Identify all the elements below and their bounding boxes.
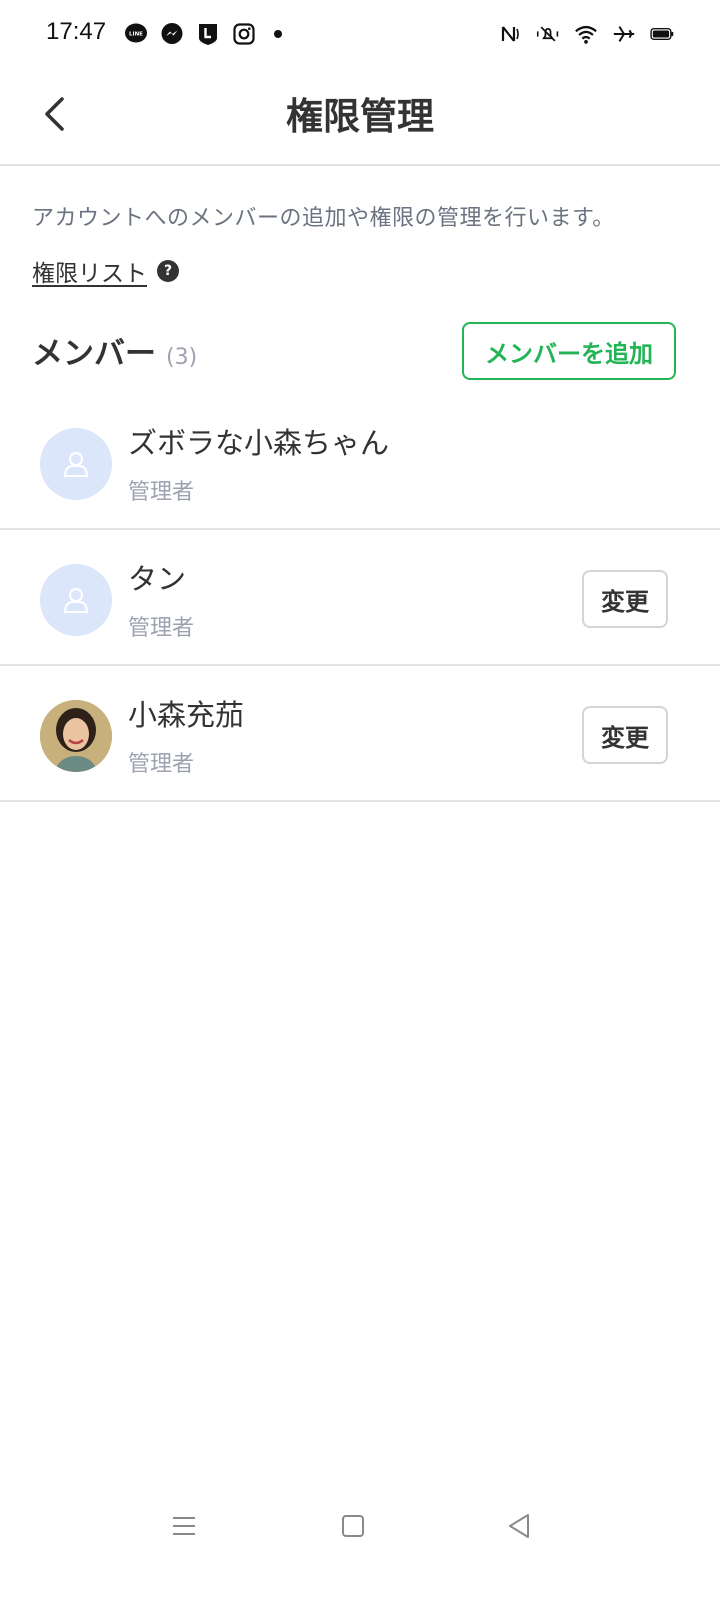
member-row[interactable]: ズボラな小森ちゃん 管理者 [0, 394, 720, 530]
triangle-back-icon [509, 1514, 529, 1538]
permission-list-link[interactable]: 権限リスト ? [32, 254, 179, 288]
change-role-button[interactable]: 変更 [582, 706, 668, 764]
members-title: メンバー [32, 336, 156, 372]
member-row[interactable]: タン 管理者 変更 [0, 530, 720, 666]
line-official-icon [196, 22, 220, 46]
nfc-icon [498, 22, 522, 46]
change-role-button[interactable]: 変更 [582, 570, 668, 628]
member-name: 小森充茄 [128, 698, 245, 732]
instagram-icon [232, 22, 256, 46]
page-description: アカウントへのメンバーの追加や権限の管理を行います。 [32, 206, 615, 231]
permission-list-label[interactable]: 権限リスト [32, 254, 147, 288]
members-count: (3) [166, 345, 198, 370]
member-list: ズボラな小森ちゃん 管理者 タン 管理者 変更 小森充茄 管理者 変更 [0, 394, 720, 802]
home-square-icon [342, 1515, 364, 1537]
user-icon [64, 588, 88, 613]
member-role: 管理者 [128, 752, 195, 777]
notification-dot [274, 30, 282, 38]
status-right-icons [498, 22, 674, 46]
avatar [40, 564, 112, 636]
member-name: タン [128, 562, 187, 596]
help-icon[interactable]: ? [157, 260, 179, 282]
system-nav-bar [0, 1490, 720, 1560]
avatar-photo [40, 700, 112, 772]
wifi-icon [574, 22, 598, 46]
member-role: 管理者 [128, 616, 195, 641]
page-title: 権限管理 [286, 95, 434, 138]
add-member-button[interactable]: メンバーを追加 [462, 322, 676, 380]
home-button[interactable] [333, 1506, 373, 1546]
member-role: 管理者 [128, 480, 195, 505]
menu-icon [173, 1517, 195, 1535]
members-header: メンバー (3) [32, 328, 197, 373]
profile-photo [40, 700, 112, 772]
avatar [40, 428, 112, 500]
recent-apps-button[interactable] [164, 1506, 204, 1546]
user-icon [64, 452, 88, 477]
airplane-icon [612, 22, 636, 46]
svg-text:LINE: LINE [129, 32, 143, 38]
app-header: 権限管理 [0, 72, 720, 166]
mute-icon [536, 22, 560, 46]
battery-icon [650, 22, 674, 46]
system-back-button[interactable] [500, 1506, 540, 1546]
member-name: ズボラな小森ちゃん [128, 426, 390, 460]
member-row[interactable]: 小森充茄 管理者 変更 [0, 666, 720, 802]
status-left-icons: LINE [124, 22, 282, 46]
line-app-icon: LINE [124, 22, 148, 46]
status-bar: 17:47 LINE [0, 0, 720, 72]
messenger-icon [160, 22, 184, 46]
status-time: 17:47 [46, 18, 107, 45]
